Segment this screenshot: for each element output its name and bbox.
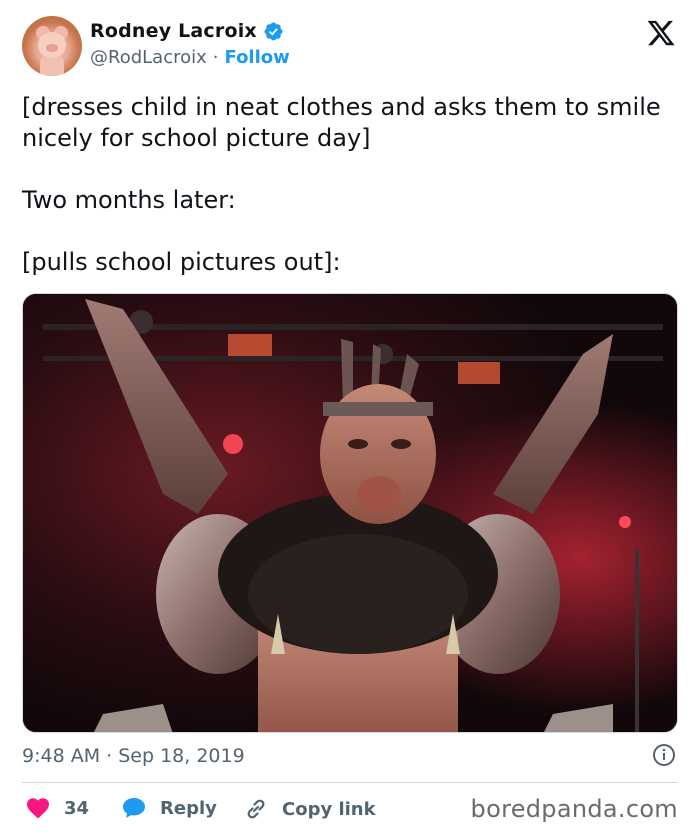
tweet-line: Two months later: [22, 186, 236, 214]
timestamp[interactable]: 9:48 AM · Sep 18, 2019 [22, 745, 245, 767]
reply-button[interactable]: Reply [122, 797, 217, 819]
heart-icon [27, 798, 49, 819]
author-name[interactable]: Rodney Lacroix [90, 20, 257, 42]
handle-row: @RodLacroix · Follow [90, 47, 290, 68]
timestamp-row: 9:48 AM · Sep 18, 2019 [22, 743, 678, 771]
tweet-header: Rodney Lacroix @RodLacroix · Follow [22, 16, 682, 78]
tweet-photo[interactable] [22, 293, 678, 733]
action-bar: 34 Reply Copy link boredpanda.com [22, 793, 678, 825]
info-icon[interactable] [652, 743, 676, 767]
copy-link-label: Copy link [282, 798, 376, 820]
like-count: 34 [64, 797, 90, 819]
tweet-line: [pulls school pictures out]: [22, 248, 341, 276]
link-icon [247, 799, 265, 819]
x-logo-icon[interactable] [646, 18, 676, 48]
speech-bubble-icon [123, 798, 145, 818]
follow-button[interactable]: Follow [225, 47, 290, 68]
author-name-row: Rodney Lacroix [90, 20, 284, 42]
verified-badge-icon [264, 22, 283, 40]
tweet-text: [dresses child in neat clothes and asks … [22, 92, 672, 278]
watermark: boredpanda.com [470, 795, 678, 823]
reply-label: Reply [160, 797, 217, 819]
photo-costume-figure [23, 294, 677, 732]
avatar[interactable] [22, 16, 82, 76]
separator: · [212, 47, 219, 68]
tweet-line: [dresses child in neat clothes and asks … [22, 93, 661, 152]
divider [22, 782, 678, 783]
copy-link-button[interactable]: Copy link [244, 797, 376, 821]
like-button[interactable]: 34 [26, 797, 89, 819]
author-handle[interactable]: @RodLacroix [90, 47, 207, 68]
